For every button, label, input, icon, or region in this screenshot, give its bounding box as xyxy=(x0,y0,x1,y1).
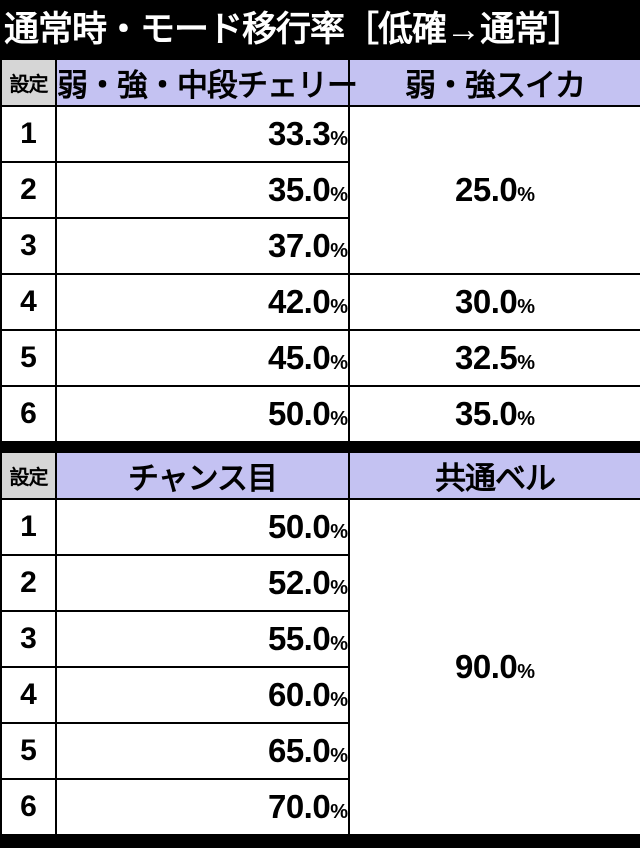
table-2-chance-6: 70.0% xyxy=(55,778,350,836)
percent-symbol: % xyxy=(330,184,348,206)
percent-symbol: % xyxy=(517,352,536,374)
mode-transition-table-2: 設定 チャンス目 共通ベル 1 50.0% 90.0% 2 52.0% 3 55… xyxy=(0,451,640,836)
table-1-cherry-4: 42.0% xyxy=(55,273,350,331)
table-1-header-setting: 設定 xyxy=(0,58,57,107)
table-2-chance-3: 55.0% xyxy=(55,610,350,668)
table-2-header-setting: 設定 xyxy=(0,451,57,500)
table-2-setting-5: 5 xyxy=(0,722,57,780)
table-1-watermelon-6: 35.0% xyxy=(348,385,640,443)
percent-symbol: % xyxy=(330,577,348,599)
value-number: 55.0 xyxy=(267,620,331,657)
percent-symbol: % xyxy=(330,801,348,823)
table-1-cherry-2: 35.0% xyxy=(55,161,350,219)
table-row: 5 45.0% 32.5% xyxy=(0,329,640,387)
value-number: 32.5 xyxy=(454,339,518,376)
table-1-cherry-6: 50.0% xyxy=(55,385,350,443)
table-2-setting-4: 4 xyxy=(0,666,57,724)
table-2-chance-1: 50.0% xyxy=(55,498,350,556)
value-number: 25.0 xyxy=(454,171,518,208)
table-1-setting-1: 1 xyxy=(0,105,57,163)
table-row: 1 33.3% 25.0% xyxy=(0,105,640,275)
percent-symbol: % xyxy=(330,240,348,262)
table-2-bell-merged-all: 90.0% xyxy=(348,498,640,836)
page-root: 通常時・モード移行率［低確→通常］ 設定 弱・強・中段チェリー 弱・強スイカ 1… xyxy=(0,0,640,848)
table-1-header-col1: 弱・強・中段チェリー xyxy=(55,58,358,107)
value-number: 65.0 xyxy=(267,732,331,769)
percent-symbol: % xyxy=(330,352,348,374)
table-1-watermelon-4: 30.0% xyxy=(348,273,640,331)
value-number: 70.0 xyxy=(267,788,331,825)
percent-symbol: % xyxy=(517,661,536,683)
percent-symbol: % xyxy=(517,296,536,318)
table-1-setting-6: 6 xyxy=(0,385,57,443)
value-number: 50.0 xyxy=(267,395,331,432)
table-row: 6 50.0% 35.0% xyxy=(0,385,640,443)
value-number: 45.0 xyxy=(267,339,331,376)
value-number: 50.0 xyxy=(267,508,331,545)
table-1-setting-2: 2 xyxy=(0,161,57,219)
table-1-cherry-1: 33.3% xyxy=(55,105,350,163)
value-number: 37.0 xyxy=(267,227,331,264)
table-1-header-row: 設定 弱・強・中段チェリー 弱・強スイカ xyxy=(0,58,640,107)
percent-symbol: % xyxy=(330,128,348,150)
mode-transition-table-1: 設定 弱・強・中段チェリー 弱・強スイカ 1 33.3% 25.0% 2 35.… xyxy=(0,58,640,443)
table-separator xyxy=(0,443,640,451)
value-number: 90.0 xyxy=(454,648,518,685)
percent-symbol: % xyxy=(330,408,348,430)
table-1-setting-3: 3 xyxy=(0,217,57,275)
percent-symbol: % xyxy=(330,521,348,543)
value-number: 33.3 xyxy=(267,115,331,152)
table-2-setting-3: 3 xyxy=(0,610,57,668)
table-2-chance-5: 65.0% xyxy=(55,722,350,780)
table-1-cherry-5: 45.0% xyxy=(55,329,350,387)
table-2-setting-1: 1 xyxy=(0,498,57,556)
percent-symbol: % xyxy=(517,184,536,206)
table-2-header-col2: 共通ベル xyxy=(348,451,640,500)
percent-symbol: % xyxy=(330,689,348,711)
value-number: 60.0 xyxy=(267,676,331,713)
table-1-header-col2: 弱・強スイカ xyxy=(348,58,640,107)
value-number: 35.0 xyxy=(454,395,518,432)
table-1-setting-5: 5 xyxy=(0,329,57,387)
table-2-header-col1: チャンス目 xyxy=(55,451,350,500)
table-2-chance-4: 60.0% xyxy=(55,666,350,724)
percent-symbol: % xyxy=(330,633,348,655)
value-number: 52.0 xyxy=(267,564,331,601)
table-1-setting-4: 4 xyxy=(0,273,57,331)
value-number: 30.0 xyxy=(454,283,518,320)
percent-symbol: % xyxy=(330,296,348,318)
value-number: 42.0 xyxy=(267,283,331,320)
table-1-cherry-3: 37.0% xyxy=(55,217,350,275)
table-row: 4 42.0% 30.0% xyxy=(0,273,640,331)
value-number: 35.0 xyxy=(267,171,331,208)
table-1-watermelon-5: 32.5% xyxy=(348,329,640,387)
page-title: 通常時・モード移行率［低確→通常］ xyxy=(4,9,583,49)
percent-symbol: % xyxy=(330,745,348,767)
table-1-watermelon-merged-1-3: 25.0% xyxy=(348,105,640,275)
table-2-header-row: 設定 チャンス目 共通ベル xyxy=(0,451,640,500)
table-2-chance-2: 52.0% xyxy=(55,554,350,612)
table-2-setting-6: 6 xyxy=(0,778,57,836)
percent-symbol: % xyxy=(517,408,536,430)
table-row: 1 50.0% 90.0% xyxy=(0,498,640,836)
table-2-setting-2: 2 xyxy=(0,554,57,612)
page-title-bar: 通常時・モード移行率［低確→通常］ xyxy=(0,0,640,58)
